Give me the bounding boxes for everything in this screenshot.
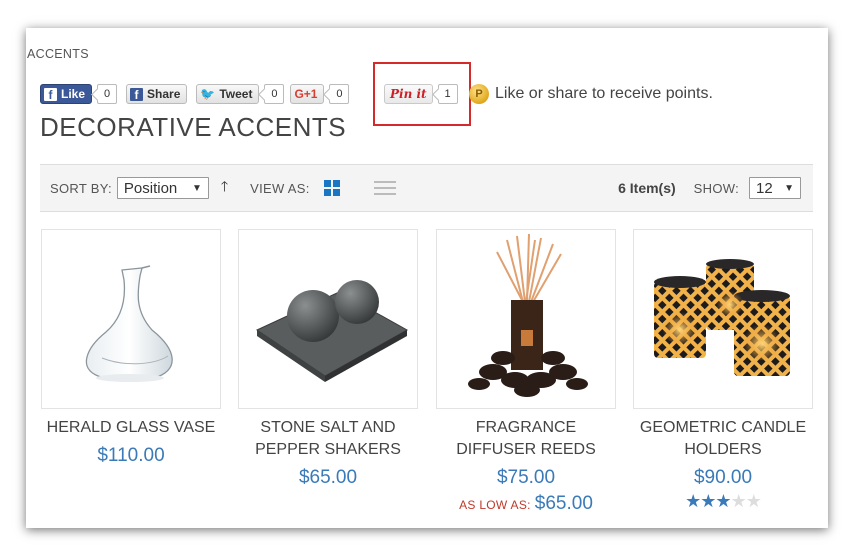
points-text: Like or share to receive points. — [495, 85, 713, 102]
pinit-group: Pin it 1 — [384, 82, 458, 106]
star-icon-empty: ★ — [745, 491, 762, 511]
share-label: Share — [147, 87, 181, 101]
show-limit-value: 12 — [756, 179, 773, 197]
sort-direction-arrow-icon[interactable]: 🡑 — [221, 176, 228, 200]
show-limit-select[interactable]: 12 ▼ — [749, 177, 801, 199]
dropdown-arrow-icon: ▼ — [784, 182, 794, 194]
product-name[interactable]: HERALD GLASS VASE — [41, 417, 221, 439]
product-card: FRAGRANCE DIFFUSER REEDS $75.00 AS LOW A… — [436, 229, 616, 515]
pinit-button[interactable]: Pin it — [384, 84, 433, 104]
pin-count: 1 — [437, 84, 458, 104]
reward-points-note: P Like or share to receive points. — [469, 82, 713, 106]
points-coin-icon: P — [469, 84, 489, 104]
facebook-like-button[interactable]: f Like — [40, 84, 93, 104]
tweet-label: Tweet — [219, 87, 253, 101]
social-bar: f Like 0 f Share 🐦 Tweet 0 G+1 0 — [40, 82, 350, 106]
star-icon-filled: ★ — [700, 491, 716, 511]
gplus-count: 0 — [329, 84, 350, 104]
facebook-icon: f — [44, 87, 57, 101]
product-card: GEOMETRIC CANDLE HOLDERS $90.00 ★★★★★ — [633, 229, 813, 512]
as-low-as-label: AS LOW AS: — [459, 498, 531, 512]
product-price: $75.00 — [496, 467, 556, 488]
product-image-diffuser-reeds[interactable] — [436, 229, 616, 409]
product-image-stone-shakers[interactable] — [238, 229, 418, 409]
facebook-share-button[interactable]: f Share — [126, 84, 188, 104]
product-name[interactable]: GEOMETRIC CANDLE HOLDERS — [633, 417, 813, 461]
tweet-button[interactable]: 🐦 Tweet — [196, 84, 260, 104]
google-plus-button[interactable]: G+1 — [290, 84, 325, 104]
product-price: $65.00 — [298, 467, 358, 488]
product-price: $90.00 — [693, 467, 753, 488]
product-name[interactable]: FRAGRANCE DIFFUSER REEDS — [436, 417, 616, 461]
star-icon-filled: ★ — [685, 491, 701, 511]
product-price: $110.00 — [97, 445, 165, 466]
facebook-icon: f — [130, 87, 144, 101]
product-card: HERALD GLASS VASE $110.00 — [41, 229, 221, 467]
product-image-candle-holders[interactable] — [633, 229, 813, 409]
page-title: DECORATIVE ACCENTS — [40, 112, 347, 142]
breadcrumb[interactable]: ACCENTS — [27, 47, 89, 61]
product-card: STONE SALT AND PEPPER SHAKERS $65.00 — [238, 229, 418, 489]
show-label: SHOW: — [693, 180, 739, 196]
items-count: 6 Item(s) — [618, 180, 676, 196]
list-view-icon[interactable] — [373, 181, 396, 195]
view-as-label: VIEW AS: — [250, 180, 310, 196]
as-low-as-price: AS LOW AS: $65.00 — [436, 493, 616, 515]
grid-view-icon[interactable] — [323, 180, 340, 196]
tweet-count: 0 — [264, 84, 285, 104]
toolbar: SORT BY: Position ▼ 🡑 VIEW AS: 6 Item(s)… — [40, 164, 813, 212]
sort-by-select[interactable]: Position ▼ — [116, 177, 209, 199]
page-frame: ACCENTS f Like 0 f Share 🐦 Tweet 0 G+1 0… — [26, 28, 828, 528]
sort-by-label: SORT BY: — [50, 180, 112, 196]
twitter-bird-icon: 🐦 — [200, 87, 216, 101]
product-name[interactable]: STONE SALT AND PEPPER SHAKERS — [238, 417, 418, 461]
sort-by-value: Position — [123, 179, 178, 197]
as-low-as-value: $65.00 — [534, 493, 593, 514]
like-count: 0 — [97, 84, 118, 104]
rating-stars: ★★★★★ — [633, 491, 813, 512]
product-image-glass-vase[interactable] — [41, 229, 221, 409]
like-label: Like — [61, 87, 86, 101]
star-icon-filled: ★ — [715, 491, 731, 511]
gplus-label: G+1 — [294, 87, 318, 101]
dropdown-arrow-icon: ▼ — [191, 182, 202, 194]
star-icon-empty: ★ — [730, 491, 747, 511]
